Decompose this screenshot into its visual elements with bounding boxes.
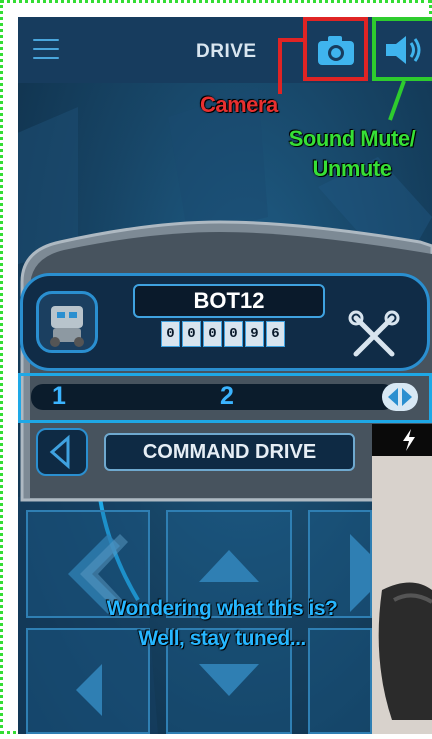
counter-digit: 0 bbox=[182, 321, 201, 347]
counter-digit: 0 bbox=[161, 321, 180, 347]
robot-avatar[interactable] bbox=[36, 291, 98, 353]
counter-digit: 9 bbox=[245, 321, 264, 347]
tools-icon bbox=[348, 310, 400, 357]
flash-button[interactable] bbox=[400, 428, 418, 457]
robot-name: BOT12 bbox=[133, 284, 325, 318]
wondering-annotation-line2: Well, stay tuned... bbox=[138, 627, 306, 650]
slider-label-1: 1 bbox=[52, 382, 66, 410]
slider-knob[interactable] bbox=[382, 383, 418, 411]
level-slider-track[interactable] bbox=[31, 384, 395, 410]
wondering-annotation-line1: Wondering what this is? bbox=[106, 597, 338, 620]
robot-counter: 0 0 0 0 9 6 bbox=[161, 321, 285, 347]
flash-icon bbox=[403, 429, 415, 451]
counter-digit: 0 bbox=[203, 321, 222, 347]
counter-digit: 6 bbox=[266, 321, 285, 347]
left-right-arrows-icon bbox=[388, 388, 412, 406]
settings-tools-button[interactable] bbox=[346, 308, 402, 364]
wondering-annotation: Wondering what this is? Well, stay tuned… bbox=[72, 594, 372, 654]
chevron-left-icon bbox=[49, 434, 70, 470]
camera-preview-object bbox=[378, 582, 432, 720]
slider-label-2: 2 bbox=[220, 382, 234, 410]
drive-mode-label[interactable]: COMMAND DRIVE bbox=[104, 433, 355, 471]
mode-prev-button[interactable] bbox=[36, 428, 88, 476]
robot-icon bbox=[50, 306, 84, 347]
counter-digit: 0 bbox=[224, 321, 243, 347]
